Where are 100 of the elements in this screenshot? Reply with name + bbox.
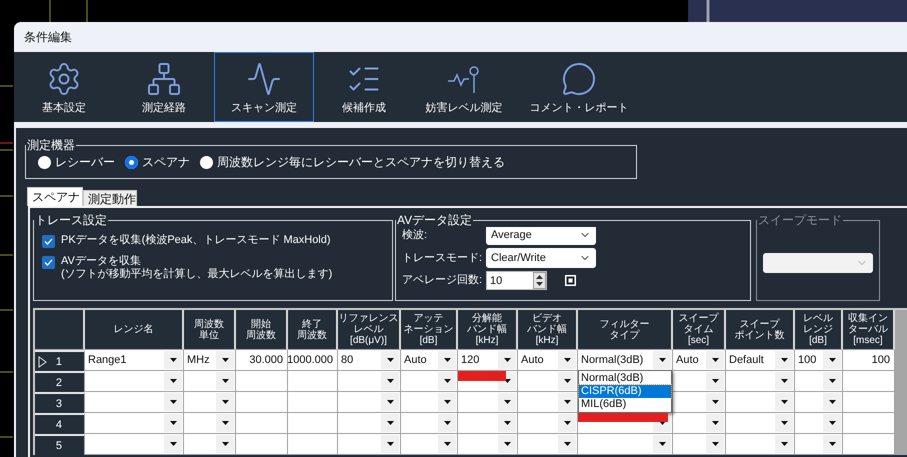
table-cell[interactable] — [795, 413, 843, 434]
table-cell[interactable] — [236, 413, 288, 434]
graph-gridlines-drawing — [50, 0, 88, 22]
table-cell[interactable] — [673, 392, 726, 413]
table-cell[interactable]: 30.000 — [236, 350, 288, 371]
table-cell[interactable] — [518, 392, 578, 413]
table-cell[interactable] — [578, 434, 673, 455]
table-cell[interactable] — [288, 434, 338, 455]
dropdown-option[interactable]: MIL(6dB) — [579, 398, 671, 411]
table-cell[interactable] — [184, 371, 236, 392]
table-cell[interactable] — [85, 392, 184, 413]
table-cell[interactable] — [843, 371, 895, 392]
table-cell[interactable]: 1000.000 — [288, 350, 338, 371]
table-cell[interactable]: 100 — [843, 350, 895, 371]
toolbar-button[interactable]: スキャン測定 — [214, 52, 314, 122]
table-cell[interactable] — [518, 413, 578, 434]
cell-text: 100 — [872, 354, 890, 366]
row-header[interactable]: 5 — [35, 434, 85, 455]
toolbar-button[interactable]: コメント・レポート — [514, 52, 644, 122]
select-field[interactable]: Clear/Write — [486, 248, 596, 268]
table-cell[interactable] — [518, 434, 578, 455]
tab[interactable]: スペアナ — [27, 187, 83, 206]
dropdown-arrow-icon — [780, 442, 788, 446]
table-cell[interactable]: 80 — [338, 350, 401, 371]
table-cell[interactable] — [338, 392, 401, 413]
radio-button[interactable] — [125, 156, 138, 169]
table-cell[interactable] — [184, 413, 236, 434]
table-cell[interactable] — [288, 392, 338, 413]
table-cell[interactable] — [458, 371, 518, 392]
table-cell[interactable] — [673, 413, 726, 434]
table-cell[interactable] — [578, 413, 673, 434]
table-cell[interactable] — [401, 371, 458, 392]
table-cell[interactable] — [518, 371, 578, 392]
select-field[interactable]: Average — [486, 225, 596, 245]
table-cell[interactable] — [726, 413, 795, 434]
radio-button[interactable] — [200, 156, 213, 169]
scrollbar[interactable] — [895, 310, 907, 455]
dropdown-arrow-icon — [658, 442, 666, 446]
table-cell[interactable] — [288, 371, 338, 392]
table-cell[interactable] — [843, 392, 895, 413]
table-cell[interactable] — [726, 392, 795, 413]
table-cell[interactable] — [401, 413, 458, 434]
table-cell[interactable] — [236, 392, 288, 413]
dropdown-arrow-icon — [828, 358, 836, 362]
table-cell[interactable] — [458, 392, 518, 413]
toolbar-button[interactable]: 基本設定 — [14, 52, 114, 122]
table-cell[interactable] — [795, 371, 843, 392]
radio-button[interactable] — [38, 156, 51, 169]
dropdown-option[interactable]: Normal(3dB) — [579, 372, 671, 385]
dropdown-option[interactable]: CISPR(6dB) — [579, 385, 671, 398]
table-cell[interactable] — [726, 371, 795, 392]
table-cell[interactable] — [401, 434, 458, 455]
table-cell[interactable] — [795, 434, 843, 455]
table-cell[interactable]: 120 — [458, 350, 518, 371]
toolbar-button[interactable]: 妨害レベル測定 — [414, 52, 514, 122]
table-cell[interactable] — [843, 413, 895, 434]
table-cell[interactable] — [795, 392, 843, 413]
table-cell[interactable] — [338, 434, 401, 455]
table-cell[interactable] — [85, 413, 184, 434]
table-cell[interactable]: Auto — [518, 350, 578, 371]
spin-field[interactable]: 10 — [486, 271, 547, 290]
table-cell[interactable] — [288, 413, 338, 434]
radio-option[interactable]: レシーバー — [38, 154, 115, 171]
row-header[interactable]: 1 — [35, 350, 85, 371]
toolbar-button[interactable]: 測定経路 — [114, 52, 214, 122]
table-cell[interactable] — [184, 434, 236, 455]
row-header[interactable]: 2 — [35, 371, 85, 392]
row-header[interactable]: 3 — [35, 392, 85, 413]
checkbox[interactable] — [42, 256, 55, 269]
radio-option[interactable]: スペアナ — [125, 154, 190, 171]
table-cell[interactable] — [673, 371, 726, 392]
table-cell[interactable]: Auto — [673, 350, 726, 371]
table-cell[interactable] — [236, 434, 288, 455]
dropdown-arrow-icon — [170, 442, 176, 446]
toolbar-button[interactable]: 候補作成 — [314, 52, 414, 122]
table-cell[interactable] — [726, 434, 795, 455]
current-row-icon — [38, 356, 47, 368]
table-cell[interactable]: Auto — [401, 350, 458, 371]
row-header[interactable]: 4 — [35, 413, 85, 434]
table-cell[interactable]: MHz — [184, 350, 236, 371]
table-cell[interactable]: Range1 — [85, 350, 184, 371]
table-cell[interactable] — [236, 371, 288, 392]
square-icon[interactable] — [565, 275, 576, 286]
table-cell[interactable] — [184, 392, 236, 413]
dropdown-arrow-icon — [222, 379, 228, 383]
table-cell[interactable] — [673, 434, 726, 455]
table-cell[interactable] — [401, 392, 458, 413]
table-cell[interactable]: 100 — [795, 350, 843, 371]
table-cell[interactable] — [338, 413, 401, 434]
table-cell[interactable] — [458, 413, 518, 434]
dropdown-arrow-icon — [712, 358, 718, 362]
table-cell[interactable]: Default — [726, 350, 795, 371]
checkbox[interactable] — [42, 235, 55, 248]
table-cell[interactable] — [458, 434, 518, 455]
table-cell[interactable] — [85, 371, 184, 392]
tab[interactable]: 測定動作 — [83, 190, 137, 206]
table-cell[interactable] — [338, 371, 401, 392]
table-cell[interactable] — [843, 434, 895, 455]
table-cell[interactable] — [85, 434, 184, 455]
dropdown-arrow-icon — [170, 400, 176, 404]
